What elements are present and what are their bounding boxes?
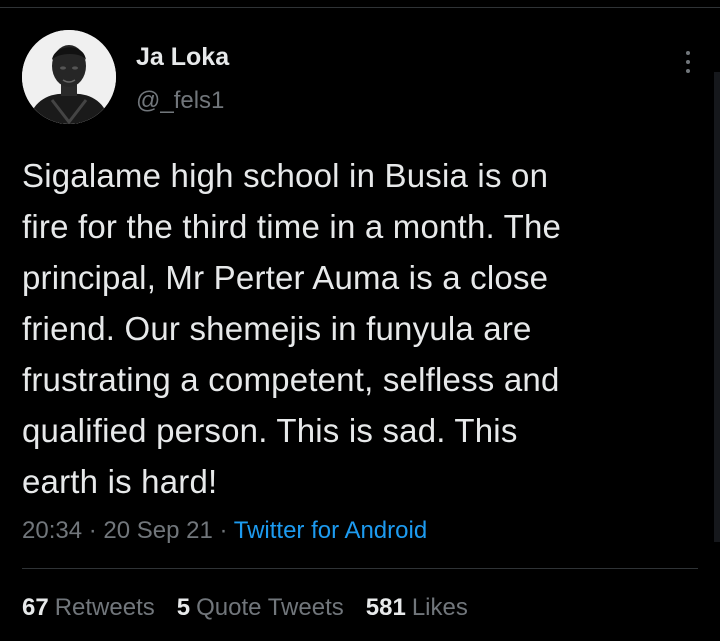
tweet-line: principal, Mr Perter Auma is a close <box>22 259 549 296</box>
quote-tweets-count: 5 <box>176 594 191 621</box>
display-name[interactable]: Ja Loka <box>136 42 229 72</box>
tweet-source-link[interactable]: Twitter for Android <box>234 517 427 544</box>
tweet-line: earth is hard! <box>22 463 218 500</box>
tweet-date[interactable]: 20 Sep 21 <box>103 517 212 544</box>
avatar[interactable] <box>22 30 116 124</box>
ellipsis-vertical-icon[interactable] <box>674 44 702 80</box>
quote-tweets-label: Quote Tweets <box>196 594 344 621</box>
quote-tweets-stat[interactable]: 5 Quote Tweets <box>177 592 344 624</box>
likes-stat[interactable]: 581 Likes <box>366 592 468 624</box>
dot-icon <box>686 69 690 73</box>
retweets-count: 67 <box>22 594 49 621</box>
stats-divider <box>22 568 698 569</box>
dot-icon <box>686 60 690 64</box>
tweet-text: Sigalame high school in Busia is on fire… <box>22 150 698 507</box>
tweet-line: qualified person. This is sad. This <box>22 412 518 449</box>
tweet-header: Ja Loka @_fels1 <box>22 30 702 126</box>
engagement-stats: 67 Retweets 5 Quote Tweets 581 Likes <box>22 592 468 624</box>
author-info[interactable]: Ja Loka @_fels1 <box>136 42 229 116</box>
user-handle[interactable]: @_fels1 <box>136 86 229 116</box>
tweet-line: fire for the third time in a month. The <box>22 208 562 245</box>
likes-count: 581 <box>365 594 406 621</box>
likes-label: Likes <box>411 594 468 621</box>
tweet-line: friend. Our shemejis in funyula are <box>22 310 532 347</box>
retweets-stat[interactable]: 67 Retweets <box>22 592 155 624</box>
tweet-time[interactable]: 20:34 <box>22 517 82 544</box>
top-divider <box>0 0 720 8</box>
tweet-line: Sigalame high school in Busia is on <box>22 157 549 194</box>
dot-icon <box>686 51 690 55</box>
tweet-meta: 20:34 · 20 Sep 21 · Twitter for Android <box>22 515 427 547</box>
meta-separator: · <box>219 517 228 544</box>
profile-photo-icon <box>22 30 116 124</box>
tweet-line: frustrating a competent, selfless and <box>22 361 560 398</box>
retweets-label: Retweets <box>54 594 155 621</box>
meta-separator: · <box>88 517 97 544</box>
scrollbar-track[interactable] <box>714 72 720 542</box>
